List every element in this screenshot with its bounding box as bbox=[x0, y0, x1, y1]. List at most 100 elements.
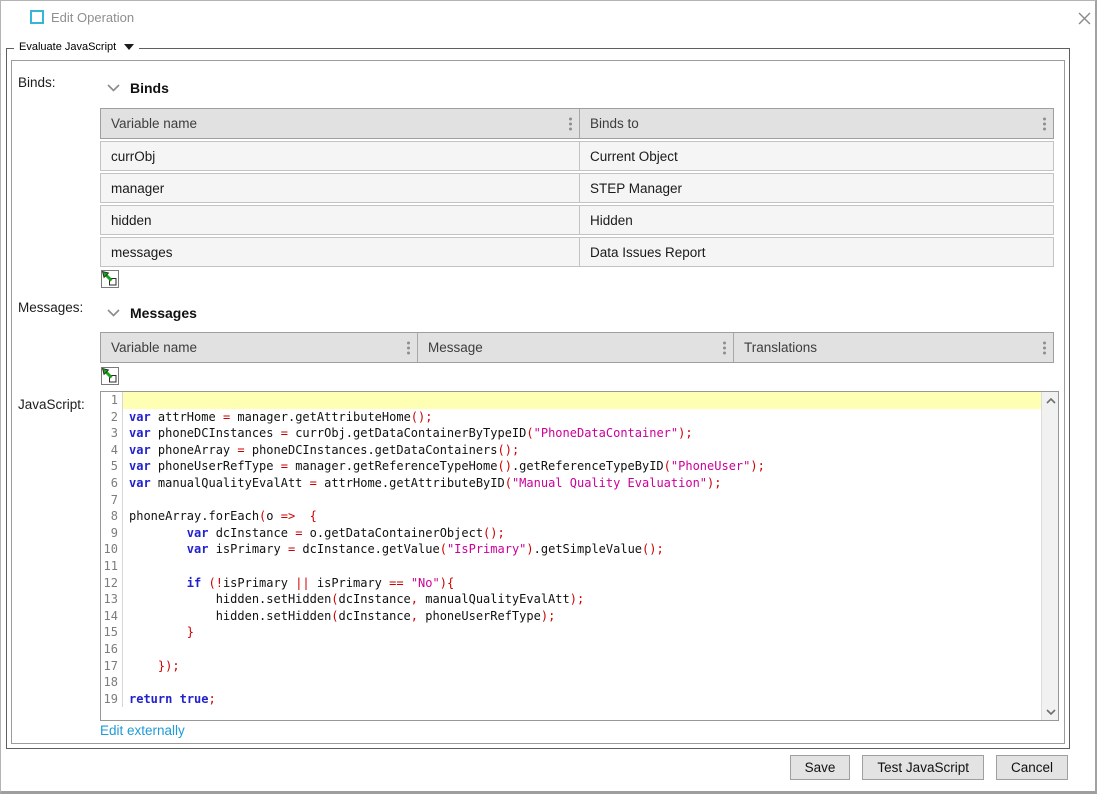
code-text: }); bbox=[123, 658, 1041, 675]
line-number: 10 bbox=[101, 541, 123, 558]
column-menu-icon[interactable] bbox=[1043, 117, 1046, 130]
messages-field-label: Messages: bbox=[18, 300, 83, 315]
line-number: 17 bbox=[101, 658, 123, 675]
binds-section-title: Binds bbox=[130, 80, 169, 96]
code-line[interactable]: 8phoneArray.forEach(o => { bbox=[101, 508, 1041, 525]
edit-operation-dialog: Edit Operation Evaluate JavaScript Binds… bbox=[0, 0, 1097, 794]
line-number: 6 bbox=[101, 475, 123, 492]
code-text: var phoneUserRefType = manager.getRefere… bbox=[123, 458, 1041, 475]
table-row[interactable]: hiddenHidden bbox=[100, 205, 1054, 235]
code-text: hidden.setHidden(dcInstance, manualQuali… bbox=[123, 591, 1041, 608]
dropdown-arrow-icon bbox=[124, 44, 134, 50]
line-number: 4 bbox=[101, 442, 123, 459]
title-bar: Edit Operation bbox=[1, 1, 1095, 35]
code-line[interactable]: 10 var isPrimary = dcInstance.getValue("… bbox=[101, 541, 1041, 558]
code-line[interactable]: 14 hidden.setHidden(dcInstance, phoneUse… bbox=[101, 608, 1041, 625]
column-header: Message bbox=[417, 333, 733, 362]
table-cell[interactable]: hidden bbox=[101, 206, 579, 234]
edit-table-icon[interactable] bbox=[101, 367, 119, 385]
code-line[interactable]: 16 bbox=[101, 641, 1041, 658]
code-text: var isPrimary = dcInstance.getValue("IsP… bbox=[123, 541, 1041, 558]
column-header-label: Variable name bbox=[111, 116, 197, 131]
chevron-up-icon bbox=[1046, 398, 1056, 404]
code-text bbox=[123, 674, 1041, 691]
edit-externally-link[interactable]: Edit externally bbox=[100, 723, 185, 738]
code-text: var manualQualityEvalAtt = attrHome.getA… bbox=[123, 475, 1041, 492]
dialog-icon bbox=[30, 10, 44, 24]
column-menu-icon[interactable] bbox=[1043, 341, 1046, 354]
column-header-label: Message bbox=[428, 340, 483, 355]
table-cell[interactable]: messages bbox=[101, 238, 579, 266]
column-menu-icon[interactable] bbox=[569, 117, 572, 130]
code-line[interactable]: 4var phoneArray = phoneDCInstances.getDa… bbox=[101, 442, 1041, 459]
line-number: 13 bbox=[101, 591, 123, 608]
code-line[interactable]: 12 if (!isPrimary || isPrimary == "No"){ bbox=[101, 575, 1041, 592]
column-menu-icon[interactable] bbox=[407, 341, 410, 354]
javascript-code-editor[interactable]: 12var attrHome = manager.getAttributeHom… bbox=[100, 391, 1059, 721]
code-line[interactable]: 18 bbox=[101, 674, 1041, 691]
code-line[interactable]: 2var attrHome = manager.getAttributeHome… bbox=[101, 409, 1041, 426]
table-row[interactable]: messagesData Issues Report bbox=[100, 237, 1054, 267]
code-line[interactable]: 11 bbox=[101, 558, 1041, 575]
save-button[interactable]: Save bbox=[790, 755, 851, 780]
edit-table-icon[interactable] bbox=[101, 270, 119, 288]
column-header-label: Binds to bbox=[590, 116, 639, 131]
table-row[interactable]: managerSTEP Manager bbox=[100, 173, 1054, 203]
code-text: hidden.setHidden(dcInstance, phoneUserRe… bbox=[123, 608, 1041, 625]
line-number: 7 bbox=[101, 492, 123, 509]
operation-type-selector[interactable]: Evaluate JavaScript bbox=[14, 41, 139, 53]
table-cell[interactable]: Hidden bbox=[579, 206, 1053, 234]
scroll-down-button[interactable] bbox=[1042, 703, 1059, 720]
code-text: var attrHome = manager.getAttributeHome(… bbox=[123, 409, 1041, 426]
line-number: 11 bbox=[101, 558, 123, 575]
code-line[interactable]: 1 bbox=[101, 392, 1041, 409]
table-cell[interactable]: currObj bbox=[101, 142, 579, 170]
code-line[interactable]: 13 hidden.setHidden(dcInstance, manualQu… bbox=[101, 591, 1041, 608]
messages-section-header[interactable]: Messages bbox=[107, 305, 197, 321]
column-header: Variable name bbox=[101, 109, 579, 138]
close-button[interactable] bbox=[1073, 7, 1095, 29]
table-cell[interactable]: Data Issues Report bbox=[579, 238, 1053, 266]
collapse-chevron-icon bbox=[107, 84, 120, 92]
scroll-up-button[interactable] bbox=[1042, 392, 1059, 409]
line-number: 16 bbox=[101, 641, 123, 658]
table-cell[interactable]: manager bbox=[101, 174, 579, 202]
column-header: Variable name bbox=[101, 333, 417, 362]
messages-table: Variable name Message Translations bbox=[100, 332, 1054, 363]
editor-vertical-scrollbar[interactable] bbox=[1041, 392, 1058, 720]
binds-section-header[interactable]: Binds bbox=[107, 80, 169, 96]
code-area[interactable]: 12var attrHome = manager.getAttributeHom… bbox=[101, 392, 1041, 720]
line-number: 9 bbox=[101, 525, 123, 542]
code-line[interactable]: 17 }); bbox=[101, 658, 1041, 675]
code-text: phoneArray.forEach(o => { bbox=[123, 508, 1041, 525]
binds-table-header: Variable name Binds to bbox=[100, 108, 1054, 139]
binds-field-label: Binds: bbox=[18, 75, 56, 90]
line-number: 5 bbox=[101, 458, 123, 475]
code-line[interactable]: 5var phoneUserRefType = manager.getRefer… bbox=[101, 458, 1041, 475]
line-number: 3 bbox=[101, 425, 123, 442]
operation-type-label: Evaluate JavaScript bbox=[19, 41, 116, 53]
close-icon bbox=[1078, 12, 1091, 25]
column-header: Translations bbox=[733, 333, 1053, 362]
code-line[interactable]: 19return true; bbox=[101, 691, 1041, 708]
code-line[interactable]: 9 var dcInstance = o.getDataContainerObj… bbox=[101, 525, 1041, 542]
table-cell[interactable]: STEP Manager bbox=[579, 174, 1053, 202]
column-header: Binds to bbox=[579, 109, 1053, 138]
code-line[interactable]: 7 bbox=[101, 492, 1041, 509]
code-text: var phoneArray = phoneDCInstances.getDat… bbox=[123, 442, 1041, 459]
line-number: 12 bbox=[101, 575, 123, 592]
table-cell[interactable]: Current Object bbox=[579, 142, 1053, 170]
line-number: 14 bbox=[101, 608, 123, 625]
messages-section-title: Messages bbox=[130, 305, 197, 321]
column-menu-icon[interactable] bbox=[723, 341, 726, 354]
code-text: if (!isPrimary || isPrimary == "No"){ bbox=[123, 575, 1041, 592]
table-row[interactable]: currObjCurrent Object bbox=[100, 141, 1054, 171]
code-line[interactable]: 6var manualQualityEvalAtt = attrHome.get… bbox=[101, 475, 1041, 492]
dialog-title: Edit Operation bbox=[51, 10, 134, 25]
code-text bbox=[123, 492, 1041, 509]
cancel-button[interactable]: Cancel bbox=[996, 755, 1068, 780]
column-header-label: Translations bbox=[744, 340, 817, 355]
code-line[interactable]: 15 } bbox=[101, 624, 1041, 641]
code-line[interactable]: 3var phoneDCInstances = currObj.getDataC… bbox=[101, 425, 1041, 442]
test-javascript-button[interactable]: Test JavaScript bbox=[862, 755, 984, 780]
